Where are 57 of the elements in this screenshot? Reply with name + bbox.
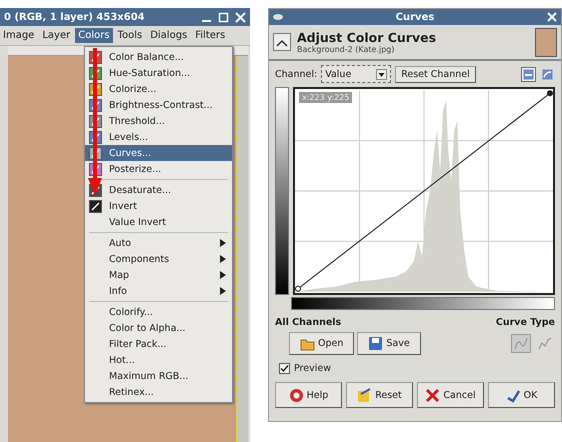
histogram-scale-toggle[interactable]	[521, 66, 536, 82]
ok-button[interactable]: OK	[488, 382, 555, 408]
dialog-heading: Adjust Color Curves	[297, 30, 438, 45]
smooth-curve-icon	[513, 336, 529, 351]
menu-item[interactable]: Components	[85, 251, 232, 267]
close-icon[interactable]	[235, 12, 246, 22]
photo-placeholder	[535, 28, 557, 56]
checkmark-icon	[506, 388, 521, 402]
close-icon[interactable]	[547, 12, 557, 22]
cancel-button[interactable]: Cancel	[417, 382, 484, 408]
cursor-readout: x:223 y:225	[299, 92, 352, 103]
menu-bar-item[interactable]: Colors	[75, 28, 113, 43]
open-button[interactable]: Open	[289, 332, 354, 355]
menu-bar-item[interactable]: Layer	[39, 28, 74, 43]
menu-item[interactable]: Invert	[85, 198, 232, 214]
curve-type-toggle[interactable]	[511, 334, 531, 353]
all-channels-label: All Channels	[275, 317, 342, 328]
help-button[interactable]: Help	[275, 382, 342, 408]
menu-item[interactable]: Map	[85, 267, 232, 283]
menu-item[interactable]: Filter Pack...	[85, 336, 232, 352]
menu-bar-item[interactable]: Dialogs	[147, 28, 190, 43]
reset-icon	[357, 388, 372, 402]
checkmark-icon	[280, 364, 289, 373]
menu-bar-item[interactable]: Tools	[114, 28, 146, 43]
scrollbar[interactable]	[236, 56, 248, 442]
curves-tool-icon	[273, 33, 291, 51]
preview-label: Preview	[294, 363, 331, 374]
reset-button[interactable]: Reset	[346, 382, 413, 408]
menu-item[interactable]: Auto	[85, 235, 232, 251]
menu-item[interactable]: Curves...	[85, 145, 232, 161]
menu-item[interactable]: Maximum RGB...	[85, 368, 232, 384]
tool-icon	[89, 200, 102, 212]
menu-bar-item[interactable]: Image	[0, 28, 38, 43]
dialog-subtitle: Background-2 (Kate.jpg)	[297, 45, 396, 54]
channel-label: Channel:	[275, 68, 318, 80]
save-button[interactable]: Save	[357, 332, 421, 355]
histogram-scale-toggle[interactable]	[540, 66, 555, 82]
linear-histogram-icon	[523, 68, 534, 80]
maximize-icon[interactable]	[218, 12, 229, 22]
window-menu-icon[interactable]	[273, 14, 283, 20]
menu-item[interactable]: Info	[85, 283, 232, 299]
window-title: 0 (RGB, 1 layer) 453x604	[4, 12, 146, 22]
reset-channel-button[interactable]: Reset Channel	[395, 66, 476, 82]
menu-item[interactable]: Value Invert	[85, 214, 232, 230]
curve-type-label: Curve Type	[496, 317, 555, 328]
lifebuoy-icon	[288, 388, 304, 402]
dialog-title: Curves	[396, 12, 434, 22]
menu-item[interactable]: Colorify...	[85, 304, 232, 320]
menu-item[interactable]: Hot...	[85, 352, 232, 368]
menu-bar-item[interactable]: Filters	[192, 28, 228, 43]
menu-item[interactable]: Retinex...	[85, 384, 232, 400]
cancel-icon	[425, 388, 440, 402]
freehand-curve-icon	[537, 336, 553, 351]
menu-item[interactable]: Color to Alpha...	[85, 320, 232, 336]
log-histogram-icon	[542, 68, 553, 80]
preview-checkbox[interactable]	[279, 363, 290, 374]
channel-dropdown[interactable]: Value	[321, 65, 392, 83]
